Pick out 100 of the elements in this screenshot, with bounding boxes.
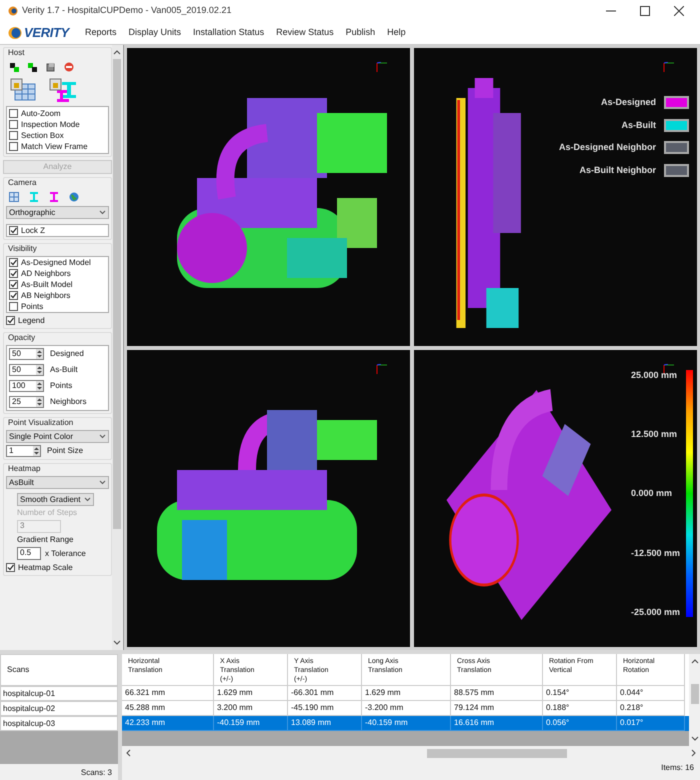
spinner-label: Point Size	[47, 446, 84, 456]
scale-label: -25.000 mm	[630, 607, 680, 617]
spinner-label: Points	[50, 381, 72, 391]
checkbox-label: Match View Frame	[21, 142, 88, 152]
checkbox[interactable]	[9, 131, 18, 140]
checkbox-label: Heatmap Scale	[18, 562, 73, 572]
scroll-right-icon[interactable]	[691, 749, 697, 757]
locked-beam-icon[interactable]	[49, 78, 77, 102]
app-icon	[8, 6, 18, 16]
viewport[interactable]: 25.000 mm 12.500 mm 0.000 mm -12.500 mm -25.000 mm	[414, 350, 697, 647]
menu-item[interactable]: Display Units	[128, 26, 182, 40]
scrollbar-thumb[interactable]	[113, 59, 121, 529]
checkbox[interactable]	[9, 291, 18, 300]
legend-label: As-Designed	[600, 96, 656, 109]
chevron-icon	[99, 434, 106, 439]
spin-arrows-icon	[33, 446, 40, 456]
group-title: Opacity	[7, 333, 36, 343]
scrollbar-thumb[interactable]	[427, 748, 567, 758]
group-title: Visibility	[7, 244, 38, 254]
scroll-up-icon[interactable]	[690, 658, 698, 664]
scroll-up-icon[interactable]	[113, 49, 121, 55]
checkbox-label: Inspection Mode	[21, 120, 80, 130]
checkbox-label: As-Designed Model	[21, 258, 91, 268]
gradient-dropdown[interactable]: Smooth Gradient	[17, 493, 94, 506]
checkbox-label: As-Built Model	[21, 280, 73, 290]
number-spinner[interactable]: 50	[9, 364, 44, 376]
chevron-icon	[99, 480, 106, 485]
projection-dropdown[interactable]: Orthographic	[6, 206, 109, 219]
checkbox-label: Legend	[18, 316, 45, 326]
scrollbar[interactable]	[112, 45, 122, 650]
checkbox[interactable]	[6, 316, 15, 325]
spin-arrows-icon	[36, 397, 43, 407]
checkbox[interactable]	[9, 269, 18, 278]
menu-item[interactable]: Review Status	[276, 26, 334, 40]
scrollbar-thumb[interactable]	[690, 684, 698, 704]
spin-arrows-icon	[36, 381, 43, 391]
menu-item[interactable]: Reports	[85, 26, 117, 40]
legend-label: As-Built Neighbor	[580, 164, 656, 177]
axis-triad-icon	[375, 364, 388, 374]
legend-label: As-Built	[622, 118, 656, 132]
check-icon	[10, 227, 17, 234]
spinner-label: As-Built	[50, 365, 78, 375]
window-title: Verity 1.7 - HospitalCUPDemo - Van005_2019.02.21	[22, 4, 232, 18]
point-color-dropdown[interactable]: Single Point Color	[6, 430, 109, 443]
scroll-down-icon[interactable]	[690, 736, 698, 742]
scan-list-item[interactable]: hospitalcup-02	[0, 701, 118, 716]
squares-icon[interactable]	[10, 62, 19, 72]
scroll-down-icon[interactable]	[113, 640, 121, 646]
close-icon[interactable]	[674, 6, 684, 16]
checkbox-label: AD Neighbors	[21, 268, 71, 278]
table-row[interactable]: 45.288 mm 3.200 mm -45.190 mm -3.200 mm 79.124 mm 0.188° 0.218°	[122, 701, 689, 716]
cube-icon[interactable]	[46, 62, 55, 72]
scale-label: 25.000 mm	[630, 370, 678, 380]
menu-item[interactable]: Installation Status	[193, 26, 264, 40]
number-spinner[interactable]: 50	[9, 348, 44, 360]
checkbox[interactable]	[9, 302, 18, 311]
table-row[interactable]: 66.321 mm 1.629 mm -66.301 mm 1.629 mm 88.575 mm 0.154° 0.044°	[122, 686, 689, 701]
scale-label: 12.500 mm	[630, 428, 678, 439]
axis-triad-icon	[662, 62, 675, 73]
heatmap-source-dropdown[interactable]: AsBuilt	[6, 476, 109, 489]
group-title: Camera	[7, 178, 38, 188]
checkbox[interactable]	[9, 258, 18, 267]
scroll-left-icon[interactable]	[125, 749, 131, 757]
scan-list-item[interactable]: hospitalcup-03	[0, 716, 118, 731]
squares-icon[interactable]	[28, 62, 37, 72]
checkbox[interactable]	[9, 142, 18, 151]
scale-label: 0.000 mm	[630, 488, 673, 498]
number-spinner[interactable]: 25	[9, 396, 44, 408]
group-title: Host	[7, 48, 26, 58]
beam-icon[interactable]	[49, 192, 59, 202]
viewport[interactable]: As-Designed As-Built As-Designed Neighbor As-Built Neighbor	[414, 48, 697, 346]
tolerance-field[interactable]: 0.5	[17, 547, 41, 560]
table-row[interactable]: 42.233 mm -40.159 mm 13.089 mm -40.159 mm 16.616 mm 0.056° 0.017°	[122, 716, 689, 731]
column-header[interactable]: Scans	[0, 654, 118, 686]
globe-icon[interactable]	[69, 192, 79, 202]
checkbox[interactable]	[6, 563, 15, 572]
checkbox[interactable]	[9, 226, 18, 235]
logo-text: VERITY	[24, 24, 70, 42]
spin-arrows-icon	[36, 365, 43, 375]
number-spinner[interactable]: 1	[6, 445, 41, 457]
locked-grid-icon[interactable]	[10, 78, 37, 102]
check-icon	[7, 564, 14, 571]
checkbox-label: Auto-Zoom	[21, 108, 61, 118]
group-title: Point Visualization	[7, 418, 74, 428]
spin-arrows-icon	[36, 349, 43, 359]
grid-icon[interactable]	[9, 192, 19, 202]
checkbox[interactable]	[9, 120, 18, 129]
menu-item[interactable]: Publish	[346, 26, 376, 40]
checkbox[interactable]	[9, 109, 18, 118]
maximize-icon[interactable]	[640, 6, 650, 16]
number-spinner[interactable]: 100	[9, 380, 44, 392]
stop-icon[interactable]	[64, 62, 74, 72]
item-count: Items: 16	[660, 762, 695, 774]
checkbox-label: Section Box	[21, 130, 64, 140]
check-icon	[7, 317, 14, 324]
scan-list-item[interactable]: hospitalcup-01	[0, 686, 118, 701]
checkbox[interactable]	[9, 280, 18, 289]
chevron-icon	[84, 497, 91, 502]
menu-item[interactable]: Help	[387, 26, 406, 40]
checkbox-label: Points	[21, 302, 44, 312]
